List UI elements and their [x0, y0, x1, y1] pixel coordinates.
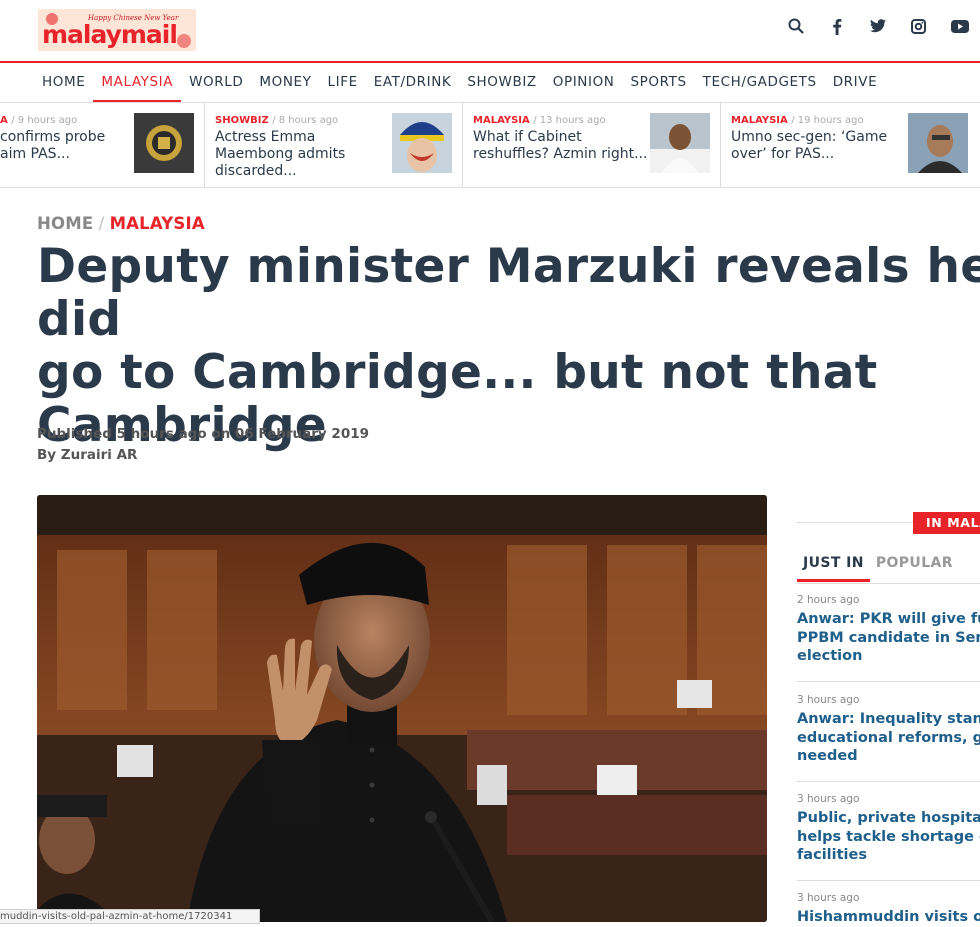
nav-money[interactable]: MONEY — [251, 72, 319, 102]
instagram-icon[interactable] — [898, 16, 939, 36]
ticker-item[interactable]: MALAYSIA / 13 hours ago What if Cabinet … — [462, 103, 721, 187]
sidebar-story[interactable]: 2 hours ago Anwar: PKR will give full s … — [797, 594, 980, 666]
article-photo — [37, 495, 767, 922]
malay-mail-logo[interactable]: Happy Chinese New Year malaymail — [38, 9, 196, 51]
ticker-item[interactable]: MALAYSIA / 19 hours ago Umno sec-gen: ‘G… — [720, 103, 980, 187]
nav-tech-gadgets[interactable]: TECH/GADGETS — [695, 72, 825, 102]
story-divider — [797, 681, 980, 682]
story-time: 3 hours ago — [797, 892, 860, 904]
nav-malaysia[interactable]: MALAYSIA — [93, 72, 181, 103]
nav-life[interactable]: LIFE — [320, 72, 366, 102]
article-meta: Published 5 hours ago on 06 February 201… — [37, 424, 369, 466]
youtube-icon[interactable] — [939, 16, 980, 36]
breadcrumb: HOME / MALAYSIA — [37, 214, 205, 233]
ticker-item[interactable]: A / 9 hours ago confirms probe aim PAS..… — [0, 103, 205, 187]
breadcrumb-separator: / — [98, 214, 105, 233]
publish-info: Published 5 hours ago on 06 February 201… — [37, 426, 369, 442]
ticker-thumbnail — [650, 113, 710, 173]
search-icon[interactable] — [775, 16, 816, 36]
nav-opinion[interactable]: OPINION — [545, 72, 623, 102]
story-title[interactable]: Anwar: Inequality stands educational ref… — [797, 710, 980, 766]
nav-world[interactable]: WORLD — [181, 72, 251, 102]
header-rule — [0, 61, 980, 63]
ticker-thumbnail — [134, 113, 194, 173]
ticker-item[interactable]: SHOWBIZ / 8 hours ago Actress Emma Maemb… — [204, 103, 463, 187]
story-divider — [797, 781, 980, 782]
sidebar-tabs: JUST IN POPULAR — [797, 555, 959, 582]
tabs-rule — [797, 583, 980, 584]
headline-ticker: A / 9 hours ago confirms probe aim PAS..… — [0, 102, 980, 188]
ticker-title: What if Cabinet reshuffles? Azmin right.… — [473, 129, 648, 162]
story-divider — [797, 880, 980, 881]
twitter-icon[interactable] — [857, 16, 898, 36]
ticker-category: A / 9 hours ago — [0, 115, 78, 126]
nav-sports[interactable]: SPORTS — [623, 72, 695, 102]
main-nav: HOME MALAYSIA WORLD MONEY LIFE EAT/DRINK… — [34, 72, 886, 103]
article-headline: Deputy minister Marzuki reveals he did g… — [37, 239, 980, 453]
ticker-thumbnail — [908, 113, 968, 173]
story-time: 3 hours ago — [797, 793, 860, 805]
ticker-category: MALAYSIA / 19 hours ago — [731, 115, 864, 126]
social-links — [775, 16, 980, 36]
story-title[interactable]: Public, private hospitals c helps tackle… — [797, 809, 980, 865]
sidebar-story[interactable]: 3 hours ago Hishammuddin visits old r — [797, 892, 980, 927]
story-title[interactable]: Anwar: PKR will give full s PPBM candida… — [797, 610, 980, 666]
facebook-icon[interactable] — [816, 16, 857, 36]
story-title[interactable]: Hishammuddin visits old r — [797, 908, 980, 927]
ticker-category: SHOWBIZ / 8 hours ago — [215, 115, 339, 126]
nav-eat-drink[interactable]: EAT/DRINK — [366, 72, 460, 102]
ticker-thumbnail — [392, 113, 452, 173]
nav-showbiz[interactable]: SHOWBIZ — [459, 72, 544, 102]
nav-home[interactable]: HOME — [34, 72, 93, 102]
breadcrumb-current[interactable]: MALAYSIA — [110, 214, 205, 233]
story-time: 2 hours ago — [797, 594, 860, 606]
sidebar-story[interactable]: 3 hours ago Anwar: Inequality stands edu… — [797, 694, 980, 766]
nav-drive[interactable]: DRIVE — [825, 72, 886, 102]
ticker-category: MALAYSIA / 13 hours ago — [473, 115, 606, 126]
ticker-title: confirms probe aim PAS... — [0, 129, 106, 162]
section-label: IN MALAYSIA — [913, 512, 980, 534]
byline: By Zurairi AR — [37, 447, 138, 463]
breadcrumb-home[interactable]: HOME — [37, 214, 93, 233]
ticker-title: Actress Emma Maembong admits discarded..… — [215, 129, 346, 179]
tab-just-in[interactable]: JUST IN — [797, 555, 870, 582]
story-time: 3 hours ago — [797, 694, 860, 706]
tab-popular[interactable]: POPULAR — [870, 555, 959, 579]
sidebar-story[interactable]: 3 hours ago Public, private hospitals c … — [797, 793, 980, 865]
svg-text:malaymail: malaymail — [42, 20, 177, 49]
ticker-title: Umno sec-gen: ‘Game over’ for PAS... — [731, 129, 888, 162]
